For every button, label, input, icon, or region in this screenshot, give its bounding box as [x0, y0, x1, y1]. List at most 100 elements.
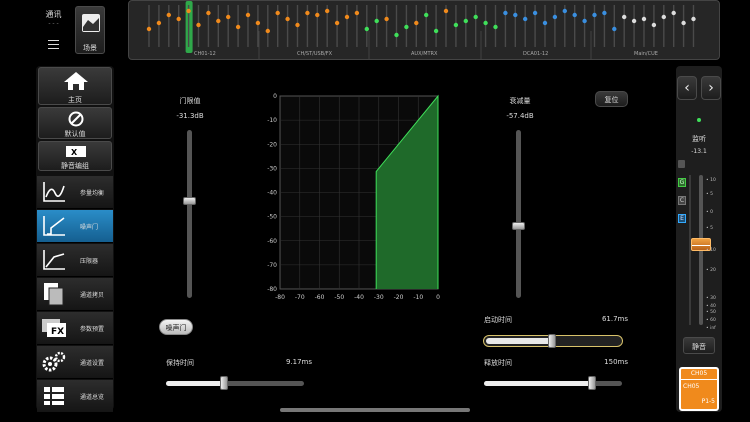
y-tick-label: 0	[273, 93, 277, 100]
comm-panel[interactable]: 通讯 - - -	[37, 4, 70, 32]
overview-fader-dot	[691, 16, 696, 22]
reset-button[interactable]: 复位	[595, 91, 628, 107]
channel-overview-strip[interactable]: CH01-12 CH/ST/USB/FX AUX/MTRX DCA01-12 M…	[128, 0, 720, 60]
threshold-slider-track[interactable]	[187, 130, 192, 298]
gate-curve-icon	[40, 212, 68, 240]
x-tick-label: -20	[394, 294, 404, 300]
mute-group-label: 静音编组	[61, 162, 89, 170]
overview-fader-dot	[562, 8, 567, 14]
overview-fader-dot	[344, 14, 350, 20]
overview-fader-dot	[235, 24, 241, 30]
overview-fader-dot	[315, 12, 320, 18]
chevron-right-icon: ›	[708, 80, 714, 96]
overview-fader-dot	[443, 8, 449, 14]
overview-fader-dot	[285, 16, 290, 22]
home-label: 主页	[68, 96, 82, 104]
mute-button[interactable]: 静音	[683, 337, 715, 354]
release-slider-handle[interactable]	[587, 376, 596, 390]
y-tick-label: -40	[267, 190, 277, 197]
monitor-label[interactable]: 监听	[680, 134, 718, 144]
scene-button[interactable]: 场景	[75, 6, 105, 54]
comm-status: - - -	[48, 20, 59, 27]
overview-fader-dot	[295, 22, 300, 28]
fader-scale-label: • 0	[706, 210, 713, 215]
overview-fader-dot	[631, 18, 637, 24]
sidebar-item-gate[interactable]: 噪声门	[37, 210, 113, 243]
channel-name-box[interactable]: CH05 CH05 P1-5	[679, 367, 719, 411]
mute-group-icon: X	[66, 146, 86, 157]
x-tick-label: -30	[374, 294, 384, 300]
fx-preset-icon: FX	[40, 314, 68, 342]
sidebar-item-compressor[interactable]: 压限器	[37, 244, 113, 277]
section-label-main-cue: Main/CUE	[634, 51, 658, 57]
next-channel-button[interactable]: ›	[701, 76, 721, 100]
release-slider-track[interactable]	[484, 381, 622, 386]
fader-scale: • 10 • 5 • 0 • 5 • 10 • 20 • 30 • 40 • 50 • 60 • i…	[706, 170, 722, 331]
default-button[interactable]: 默认值	[38, 107, 112, 139]
eq-button[interactable]: E	[678, 214, 686, 223]
overview-fader-dot	[404, 24, 409, 30]
sidebar-item-overview[interactable]: 通道总览	[37, 380, 113, 413]
hold-slider-fill	[166, 381, 224, 386]
fader-scale-label: • 10	[706, 178, 716, 183]
overview-fader-dot	[622, 14, 627, 20]
y-tick-label: -20	[267, 141, 277, 148]
signal-led	[697, 118, 701, 122]
home-button[interactable]: 主页	[38, 67, 112, 105]
overview-fader-dot	[354, 10, 360, 16]
overview-fader-dot	[166, 12, 171, 18]
prev-channel-button[interactable]: ‹	[677, 76, 697, 100]
overview-fader-dot	[364, 26, 369, 32]
y-tick-label: -50	[267, 214, 277, 221]
comm-label: 通讯	[45, 10, 62, 19]
release-value: 150ms	[604, 358, 628, 366]
prohibit-icon	[68, 111, 84, 127]
overview-fader-dot	[453, 22, 459, 28]
x-tick-label: -50	[334, 294, 344, 300]
x-tick-label: -10	[413, 294, 423, 300]
threshold-slider-handle[interactable]	[183, 196, 196, 205]
fader-scale-label: • 5	[706, 226, 713, 231]
range-slider-track[interactable]	[516, 130, 521, 298]
overview-fader-dot	[651, 22, 657, 28]
overview-fader-dot	[424, 12, 429, 18]
overview-fader-dot	[384, 16, 389, 22]
overview-fader-dot	[681, 20, 686, 26]
list-grid-icon	[40, 382, 68, 410]
sidebar-item-copy[interactable]: 通道拷贝	[37, 278, 113, 311]
attack-slider-handle[interactable]	[548, 334, 556, 348]
overview-fader-dot	[255, 20, 261, 26]
menu-button[interactable]	[42, 36, 64, 54]
hold-slider-track[interactable]	[166, 381, 304, 386]
sidebar-item-preset[interactable]: FX 参数预置	[37, 312, 113, 345]
overview-fader-dot	[473, 14, 478, 20]
attack-label: 启动时间	[484, 316, 512, 324]
y-tick-label: -30	[267, 165, 277, 172]
sidebar-item-label: 压限器	[80, 257, 99, 265]
svg-text:X: X	[71, 148, 78, 157]
reset-label: 复位	[604, 96, 619, 104]
range-slider-handle[interactable]	[512, 221, 525, 230]
overview-fader-dot	[265, 28, 270, 34]
overview-fader-dot	[661, 14, 666, 20]
mute-group-button[interactable]: X 静音编组	[38, 141, 112, 171]
gain-button[interactable]: G	[678, 178, 686, 187]
overview-fader-dot	[523, 16, 528, 22]
mute-label: 静音	[692, 343, 706, 351]
hold-slider-handle[interactable]	[219, 376, 228, 390]
fader-scale-label: • 60	[706, 318, 716, 323]
overview-fader-dot	[641, 16, 647, 22]
gate-toggle-label: 噪声门	[165, 324, 187, 332]
sidebar-item-label: 参量均衡	[80, 189, 105, 197]
threshold-label: 门限值	[179, 97, 201, 105]
monitor-value: -13.1	[691, 148, 707, 155]
fader-scale-label: • 10	[706, 248, 716, 253]
overview-fader-dot	[612, 26, 617, 32]
home-icon	[64, 72, 88, 90]
comp-button[interactable]: C	[678, 196, 686, 205]
sidebar-item-settings[interactable]: 通道设置	[37, 346, 113, 379]
sidebar-item-peq[interactable]: 参量均衡	[37, 176, 113, 209]
gate-toggle-button[interactable]: 噪声门	[159, 319, 193, 335]
overview-fader-dot	[156, 20, 162, 26]
section-label-aux-mtrx: AUX/MTRX	[411, 51, 438, 57]
